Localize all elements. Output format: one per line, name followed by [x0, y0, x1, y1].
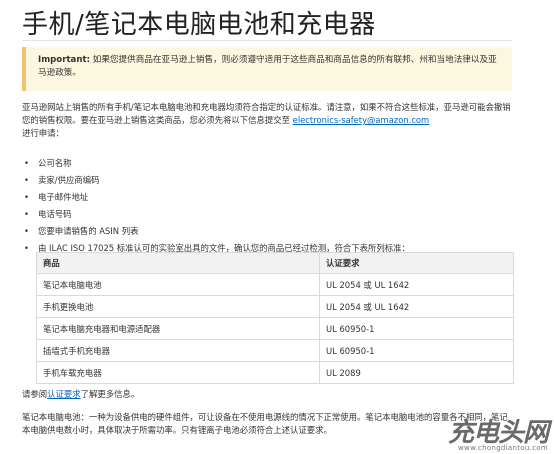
more-info-prefix: 请参阅 — [22, 389, 48, 399]
table-row: 手机车载充电器 UL 2089 — [36, 361, 514, 384]
certification-cell: UL 2054 或 UL 1642 — [319, 273, 514, 296]
product-cell: 插墙式手机充电器 — [36, 339, 320, 362]
more-info-line: 请参阅认证要求了解更多信息。 — [22, 388, 512, 401]
site-watermark: 充电头网 www.chongdiantou.com — [434, 412, 552, 452]
list-item: 公司名称 — [22, 155, 522, 172]
more-info-suffix: 了解更多信息。 — [80, 389, 140, 399]
document-page: 手机/笔记本电脑电池和充电器 Important: 如果您提供商品在亚马逊上销售… — [0, 0, 554, 454]
table-row: 笔记本电脑电池 UL 2054 或 UL 1642 — [36, 273, 514, 296]
intro-text: 亚马逊网站上销售的所有手机/笔记本电脑电池和充电器均须符合指定的认证标准。请注意… — [22, 102, 511, 125]
title-divider — [22, 40, 512, 41]
list-item: 卖家/供应商编码 — [22, 172, 522, 189]
column-header-product: 商品 — [36, 252, 320, 274]
table-row: 插墙式手机充电器 UL 60950-1 — [36, 339, 514, 362]
important-notice: Important: 如果您提供商品在亚马逊上销售，则必须遵守适用于这些商品和商… — [22, 47, 512, 91]
certification-cell: UL 60950-1 — [319, 317, 514, 340]
certification-requirements-link[interactable]: 认证要求 — [47, 389, 81, 399]
list-item: 您要申请销售的 ASIN 列表 — [22, 223, 522, 240]
watermark-url: www.chongdiantou.com — [458, 444, 548, 452]
email-link[interactable]: electronics-safety@amazon.com — [293, 115, 430, 125]
list-item: 电子邮件地址 — [22, 189, 522, 206]
notice-text: 如果您提供商品在亚马逊上销售，则必须遵守适用于这些商品和商品信息的所有联邦、州和… — [38, 55, 497, 78]
certification-cell: UL 60950-1 — [319, 339, 514, 362]
column-header-certification: 认证要求 — [319, 252, 514, 274]
requirements-list: 公司名称 卖家/供应商编码 电子邮件地址 电话号码 您要申请销售的 ASIN 列… — [22, 155, 522, 257]
page-title: 手机/笔记本电脑电池和充电器 — [22, 10, 376, 40]
product-cell: 笔记本电脑电池 — [36, 273, 320, 296]
product-cell: 笔记本电脑充电器和电源适配器 — [36, 317, 320, 340]
notice-label: Important: — [38, 55, 91, 65]
product-cell: 手机更换电池 — [36, 295, 320, 318]
intro-paragraph: 亚马逊网站上销售的所有手机/笔记本电脑电池和充电器均须符合指定的认证标准。请注意… — [22, 101, 512, 140]
intro-suffix: 进行申请： — [22, 128, 64, 138]
product-cell: 手机车载充电器 — [36, 361, 320, 384]
table-row: 手机更换电池 UL 2054 或 UL 1642 — [36, 295, 514, 318]
table-row: 笔记本电脑充电器和电源适配器 UL 60950-1 — [36, 317, 514, 340]
certification-table: 商品 认证要求 笔记本电脑电池 UL 2054 或 UL 1642 手机更换电池… — [36, 252, 514, 384]
table-header-row: 商品 认证要求 — [36, 252, 514, 274]
list-item: 电话号码 — [22, 206, 522, 223]
certification-cell: UL 2089 — [319, 361, 514, 384]
certification-cell: UL 2054 或 UL 1642 — [319, 295, 514, 318]
